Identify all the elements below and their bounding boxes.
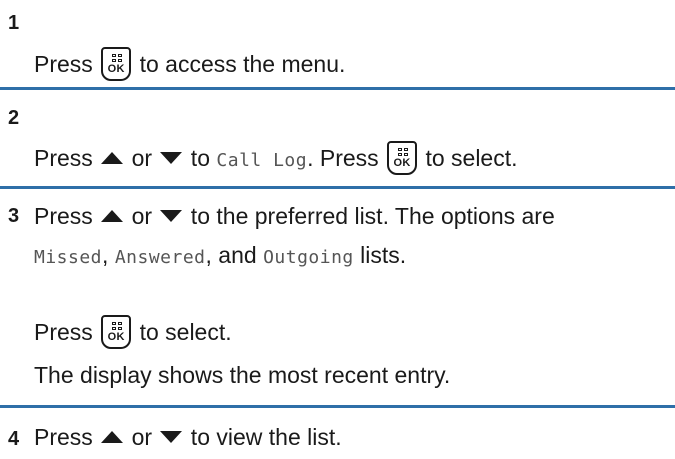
section-divider: [0, 405, 675, 408]
menu-ok-key-icon: OK: [101, 47, 132, 81]
step-number: 2: [8, 107, 20, 129]
step-number: 1: [8, 12, 20, 34]
step-text: Press OK to select.: [34, 315, 232, 349]
up-arrow-icon: [101, 210, 124, 222]
option-answered: Answered: [114, 247, 206, 268]
step-text: The display shows the most recent entry.: [34, 362, 451, 388]
up-arrow-icon: [101, 152, 124, 164]
section-divider: [0, 186, 675, 189]
down-arrow-icon: [160, 431, 183, 443]
step-number: 3: [8, 205, 20, 227]
step-text: Press OK to access the menu.: [34, 47, 345, 81]
step-text: Missed, Answered, and Outgoing lists.: [34, 242, 407, 268]
option-outgoing: Outgoing: [263, 247, 354, 268]
down-arrow-icon: [160, 152, 183, 164]
menu-ok-key-icon: OK: [387, 141, 418, 175]
menu-ok-key-icon: OK: [101, 315, 132, 349]
option-missed: Missed: [34, 247, 103, 268]
section-divider: [0, 87, 675, 90]
up-arrow-icon: [101, 431, 124, 443]
step-text: Press or to the preferred list. The opti…: [34, 203, 555, 229]
down-arrow-icon: [160, 210, 183, 222]
step-number: 4: [8, 428, 20, 450]
step-text: Press or to view the list.: [34, 424, 342, 450]
menu-item-call-log: Call Log: [216, 150, 308, 171]
step-text: Press or to Call Log. Press OK to select…: [34, 141, 518, 175]
